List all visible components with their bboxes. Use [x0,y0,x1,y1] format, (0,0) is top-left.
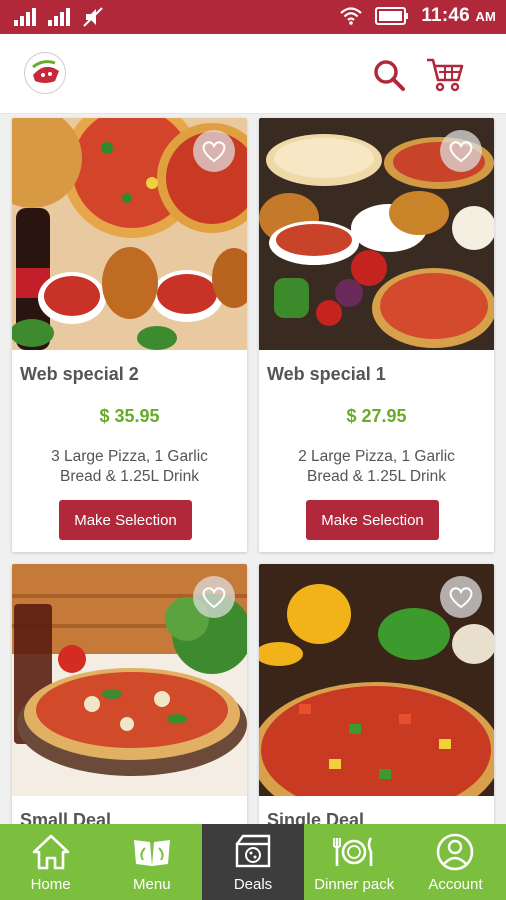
deal-title: Web special 1 [267,364,386,384]
account-icon [437,833,474,871]
nav-account-label: Account [428,876,483,893]
home-icon [32,834,69,870]
deal-price: $ 27.95 [346,406,407,426]
status-time: 11:46 AM [421,5,496,26]
mute-icon [83,7,103,27]
nav-home-label: Home [30,876,71,893]
nav-menu[interactable]: Menu [101,824,202,900]
nav-account[interactable]: Account [405,824,506,900]
status-bar: 11:46 AM [0,0,506,34]
plate-cutlery-icon [333,837,373,866]
nav-deals-label: Deals [233,876,273,893]
make-selection-button[interactable]: Make Selection [306,500,439,540]
deal-title: Web special 2 [20,364,139,384]
deal-card-small-deal[interactable]: Small Deal [12,564,247,824]
signal-icon-2 [48,8,70,26]
nav-menu-label: Menu [133,876,171,893]
wifi-icon [340,7,363,25]
nav-home[interactable]: Home [0,824,101,900]
favorite-heart-icon[interactable] [193,576,235,618]
cart-icon[interactable] [425,56,465,94]
pizza-box-icon [235,834,271,868]
favorite-heart-icon[interactable] [440,576,482,618]
deal-title: Small Deal [20,810,112,824]
nav-dinner-pack[interactable]: Dinner pack [304,824,405,900]
favorite-heart-icon[interactable] [193,130,235,172]
favorite-heart-icon[interactable] [440,130,482,172]
nav-dinner-pack-label: Dinner pack [314,876,395,893]
deal-card-web-special-1[interactable]: Web special 1 $ 27.95 2 Large Pizza, 1 G… [259,118,494,552]
deal-card-web-special-2[interactable]: Web special 2 $ 35.95 3 Large Pizza, 1 G… [12,118,247,552]
deal-title: Single Deal [267,810,365,824]
pizza-logo-icon[interactable] [24,52,66,94]
signal-icon [14,8,36,26]
deal-card-single-deal[interactable]: Single Deal [259,564,494,824]
deal-description: 2 Large Pizza, 1 Garlic Bread & 1.25L Dr… [298,448,455,485]
deal-price: $ 35.95 [99,406,160,426]
deal-description: 3 Large Pizza, 1 Garlic Bread & 1.25L Dr… [51,448,208,485]
bottom-navigation: Home Menu Deals Dinner pack Account [0,824,506,900]
battery-icon [375,7,409,25]
app-header [0,34,506,114]
deals-grid: Web special 2 $ 35.95 3 Large Pizza, 1 G… [0,114,506,824]
menu-book-icon [133,840,170,866]
nav-deals[interactable]: Deals [202,824,304,900]
search-icon[interactable] [372,58,406,92]
make-selection-button[interactable]: Make Selection [59,500,192,540]
